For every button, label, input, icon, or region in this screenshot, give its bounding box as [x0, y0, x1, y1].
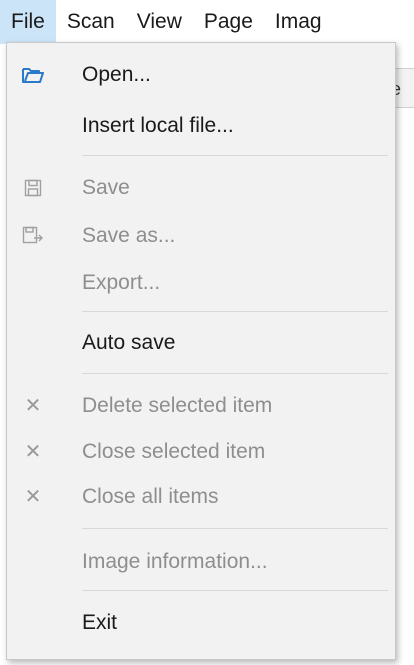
menu-separator [82, 528, 388, 529]
menu-item-label: Close selected item [82, 440, 266, 463]
folder-open-icon [21, 63, 45, 87]
menu-item-close-selected-item[interactable]: ✕ Close selected item [7, 432, 395, 472]
menu-separator [82, 155, 388, 156]
menu-item-export[interactable]: Export... [7, 263, 395, 303]
menu-item-label: Save as... [82, 224, 176, 247]
menu-item-close-all-items[interactable]: ✕ Close all items [7, 477, 395, 517]
menu-scan[interactable]: Scan [56, 0, 126, 44]
menu-item-image-information[interactable]: Image information... [7, 542, 395, 582]
close-icon: ✕ [24, 486, 42, 508]
close-icon: ✕ [24, 441, 42, 463]
menu-item-label: Open... [82, 63, 151, 86]
menu-view[interactable]: View [126, 0, 193, 44]
menu-item-label: Auto save [82, 331, 176, 354]
menu-bar: File Scan View Page Imag [0, 0, 414, 44]
menu-item-auto-save[interactable]: Auto save [7, 323, 395, 363]
menu-item-delete-selected-item[interactable]: ✕ Delete selected item [7, 386, 395, 426]
menu-item-label: Save [82, 176, 130, 199]
close-icon: ✕ [24, 395, 42, 417]
menu-item-save[interactable]: Save [7, 168, 395, 208]
menu-page[interactable]: Page [193, 0, 264, 44]
menu-item-label: Exit [82, 611, 118, 634]
menu-item-save-as[interactable]: Save as... [7, 216, 395, 256]
menu-file[interactable]: File [0, 0, 56, 44]
menu-separator [82, 590, 388, 591]
menu-separator [82, 373, 388, 374]
save-icon [21, 176, 45, 200]
menu-item-open[interactable]: Open... [7, 55, 395, 95]
save-as-icon [21, 224, 45, 248]
menu-item-label: Image information... [82, 550, 268, 573]
menu-separator [82, 311, 388, 312]
menu-item-insert-local-file[interactable]: Insert local file... [7, 106, 395, 146]
file-menu-dropdown: Open... Insert local file... Save Save a… [6, 42, 396, 660]
menu-item-label: Delete selected item [82, 394, 273, 417]
menu-item-label: Export... [82, 271, 161, 294]
menu-item-exit[interactable]: Exit [7, 603, 395, 643]
menu-item-label: Insert local file... [82, 114, 234, 137]
menu-item-label: Close all items [82, 485, 219, 508]
menu-image[interactable]: Imag [264, 0, 333, 44]
